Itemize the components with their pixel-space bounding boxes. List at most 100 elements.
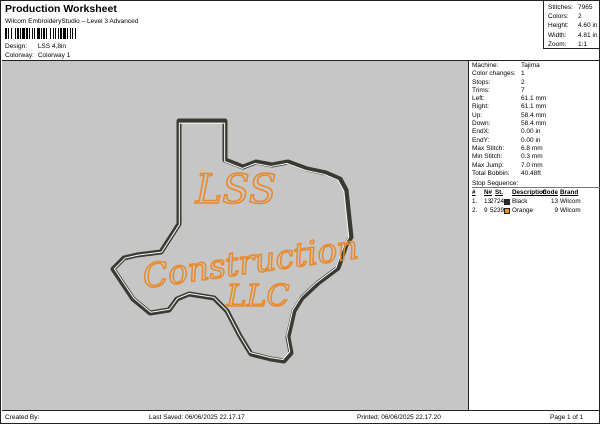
color-swatch [504,207,510,214]
col-brand: Brand [560,189,579,197]
info-label: Stops: [472,78,491,86]
stop-sequence-title: Stop Sequence: [472,179,600,189]
stop-row: 1. 13 2724 Black 13 Wilcom [472,197,600,206]
info-label: Left: [472,95,485,103]
machine-info-row: EndY: 0.00 in [472,137,600,145]
machine-info-row: Min Stitch: 0.3 mm [472,153,600,161]
info-label: Right: [472,103,489,111]
worksheet-sheet: Production Worksheet Wilcom EmbroiderySt… [0,0,600,424]
machine-info-row: Trims: 7 [472,87,600,95]
info-label: Trims: [472,86,490,94]
machine-info-row: Total Bobbin: 40.48ft [472,170,600,178]
design-barcode [5,28,113,39]
stat-row-stitches: Stitches: 7965 [548,3,600,12]
machine-info-row: Machine: Tajima [472,62,600,70]
info-value: 6.8 mm [521,144,543,152]
stat-label: Stitches: [548,4,573,11]
machine-info-panel: Machine: Tajima Color changes: 1 Stops: 2 Trim… [469,60,600,411]
stat-row-height: Height: 4.60 in [548,21,600,30]
stop-description: Orange [512,207,534,215]
stat-value: 2 [578,13,582,21]
col-num: # [472,189,476,197]
info-label: Max Stitch: [472,144,505,152]
stop-stitches: 2724 [490,198,505,206]
stat-value: 7965 [578,4,593,11]
created-by: Created By: [5,414,40,421]
barcode-bar [76,28,79,39]
info-value: 58.4 mm [521,120,547,128]
design-lettering: LSS Construction LLC [139,166,361,315]
stats-summary: Stitches: 7965 Colors: 2 Height: 4.60 in Wi… [543,1,600,49]
stop-sequence-header: # N# St. Description Code Brand [472,188,600,197]
info-label: Machine: [472,62,499,69]
stop-code: 13 [550,198,558,206]
stat-label: Zoom: [548,40,567,48]
info-label: EndX: [472,128,490,136]
color-swatch [504,198,510,205]
info-value: 61.1 mm [521,95,547,103]
design-text-lss: LSS [195,167,277,213]
stop-row: 2. 9 5239 Orange 9 Wilcom [472,206,600,215]
stat-row-width: Width: 4.81 in [548,31,600,40]
machine-info-row: Right: 61.1 mm [472,103,600,111]
stop-description: Black [512,198,528,206]
stat-value: 4.60 in [578,22,598,30]
stat-row-colors: Colors: 2 [548,12,600,21]
col-description: Description [512,189,547,197]
machine-info-row: Left: 61.1 mm [472,95,600,103]
last-saved: Last Saved: 06/06/2025 22.17.17 [149,414,245,421]
info-label: Max Jump: [472,161,504,169]
col-st: St. [494,189,503,197]
stat-label: Colors: [548,13,569,21]
printed-date: Printed: 06/06/2025 22.17.20 [357,414,441,421]
machine-info-row: Max Stitch: 6.8 mm [472,145,600,153]
colorway-value: Colorway 1 [37,52,71,59]
info-label: EndY: [472,136,490,144]
info-label: Color changes: [472,70,516,78]
design-label: Design: [5,43,28,50]
info-label: Total Bobbin: [472,169,510,177]
stop-num: 1. [472,198,478,206]
info-label: Up: [472,111,483,119]
colorway-row: Colorway: Colorway 1 [5,52,70,59]
machine-info-row: Color changes: 1 [472,70,600,78]
stop-code: 9 [554,207,558,215]
stop-brand: Wilcom [560,207,581,215]
stop-brand: Wilcom [560,198,581,206]
worksheet-footer: Created By: Last Saved: 06/06/2025 22.17… [1,411,600,424]
info-value: Tajima [521,62,540,69]
col-code: Code [542,189,558,197]
software-subtitle: Wilcom EmbroideryStudio – Level 3 Advanc… [5,18,139,25]
info-value: 61.1 mm [521,103,547,111]
info-value: 0.00 in [521,136,541,144]
page-number: Page 1 of 1 [550,414,584,421]
stat-label: Height: [548,22,569,30]
machine-info-row: Stops: 2 [472,79,600,87]
info-label: Down: [472,120,491,128]
info-value: 58.4 mm [521,111,547,119]
info-value: 7 [521,86,525,94]
stat-value: 4.81 in [578,31,598,39]
info-value: 40.48ft [521,169,541,177]
stat-row-zoom: Zoom: 1:1 [548,40,600,49]
embroidery-design-svg: LSS Construction LLC [110,118,361,364]
machine-info-row: Up: 58.4 mm [472,112,600,120]
machine-info-row: Down: 58.4 mm [472,120,600,128]
info-value: 0.3 mm [521,153,543,161]
design-text-llc: LLC [226,279,290,314]
machine-info-row: Max Jump: 7.0 mm [472,162,600,170]
stop-num: 2. [472,207,478,215]
info-value: 1 [521,70,525,78]
worksheet-title: Production Worksheet [5,3,117,15]
info-value: 2 [521,78,525,86]
info-label: Min Stitch: [472,153,503,161]
colorway-label: Colorway: [5,52,34,59]
stat-label: Width: [548,31,567,39]
info-value: 0.00 in [521,128,541,136]
info-value: 7.0 mm [521,161,543,169]
design-preview-canvas: LSS Construction LLC [2,60,469,411]
design-row: Design: LSS 4,8in [5,43,66,50]
design-value: LSS 4,8in [37,43,66,50]
stop-stitches: 5239 [490,207,505,215]
machine-info-row: EndX: 0.00 in [472,128,600,136]
